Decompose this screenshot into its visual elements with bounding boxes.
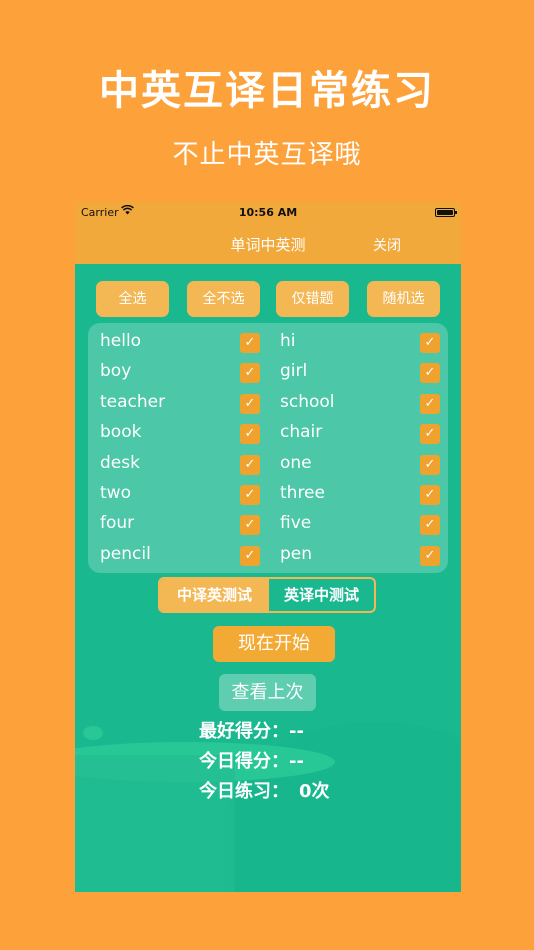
word-checkbox[interactable]: ✓ (420, 424, 440, 445)
word-checkbox[interactable]: ✓ (420, 485, 440, 505)
nav-bar: 单词中英测 关闭 (75, 224, 461, 264)
word-list-panel (88, 323, 448, 573)
start-button[interactable]: 现在开始 (213, 626, 335, 662)
promo-subtitle: 不止中英互译哦 (172, 140, 362, 170)
today-score-value: -- (289, 751, 304, 772)
word-checkbox[interactable]: ✓ (240, 515, 260, 536)
word-label: chair (280, 422, 323, 443)
word-label: desk (100, 452, 140, 473)
tree-illustration (83, 726, 103, 740)
today-score: 今日得分：-- (199, 747, 304, 773)
word-label: one (280, 452, 312, 473)
best-score-label: 最好得分： (199, 721, 289, 742)
word-label: four (100, 513, 135, 534)
phone-screen: Carrier 10:56 AM 单词中英测 关闭 全选 全不选 仅错题 随机选… (75, 202, 461, 892)
word-checkbox[interactable]: ✓ (240, 485, 260, 505)
word-checkbox[interactable]: ✓ (240, 363, 260, 384)
word-label: school (280, 391, 335, 412)
status-bar: Carrier 10:56 AM (75, 202, 461, 224)
close-button[interactable]: 关闭 (373, 235, 401, 255)
word-label: hi (280, 331, 296, 351)
promo-title: 中英互译日常练习 (99, 68, 435, 114)
word-checkbox[interactable]: ✓ (420, 515, 440, 536)
select-none-button[interactable]: 全不选 (187, 281, 260, 317)
word-checkbox[interactable]: ✓ (420, 363, 440, 384)
today-practice-label: 今日练习： (199, 781, 289, 802)
today-practice: 今日练习： 0次 (199, 777, 330, 803)
word-checkbox[interactable]: ✓ (240, 393, 260, 414)
nav-title: 单词中英测 (230, 236, 306, 254)
today-score-label: 今日得分： (199, 751, 289, 772)
random-select-button[interactable]: 随机选 (367, 281, 440, 317)
word-label: five (280, 513, 312, 534)
word-checkbox[interactable]: ✓ (420, 454, 440, 475)
word-label: girl (280, 361, 308, 382)
select-all-button[interactable]: 全选 (96, 281, 169, 317)
word-label: pencil (100, 543, 151, 564)
word-checkbox[interactable]: ✓ (420, 333, 440, 353)
word-label: teacher (100, 391, 166, 412)
wrong-only-button[interactable]: 仅错题 (276, 281, 349, 317)
word-label: pen (280, 543, 313, 564)
word-label: book (100, 422, 142, 443)
best-score-value: -- (289, 721, 304, 742)
word-label: hello (100, 331, 142, 351)
battery-icon (435, 208, 457, 217)
mode-cn-to-en-tab[interactable]: 中译英测试 (160, 579, 269, 611)
word-checkbox[interactable]: ✓ (420, 545, 440, 566)
best-score: 最好得分：-- (199, 717, 304, 743)
word-checkbox[interactable]: ✓ (240, 545, 260, 566)
mode-segmented-control: 中译英测试 英译中测试 (158, 577, 376, 613)
word-label: boy (100, 361, 132, 382)
word-checkbox[interactable]: ✓ (420, 393, 440, 414)
word-label: two (100, 483, 131, 503)
background-cliff (75, 755, 235, 892)
word-checkbox[interactable]: ✓ (240, 454, 260, 475)
view-last-button[interactable]: 查看上次 (219, 674, 316, 711)
word-checkbox[interactable]: ✓ (240, 424, 260, 445)
clock: 10:56 AM (238, 206, 298, 219)
mode-en-to-cn-tab[interactable]: 英译中测试 (269, 579, 374, 611)
word-label: three (280, 483, 325, 503)
word-checkbox[interactable]: ✓ (240, 333, 260, 353)
today-practice-value: 0次 (299, 781, 330, 802)
